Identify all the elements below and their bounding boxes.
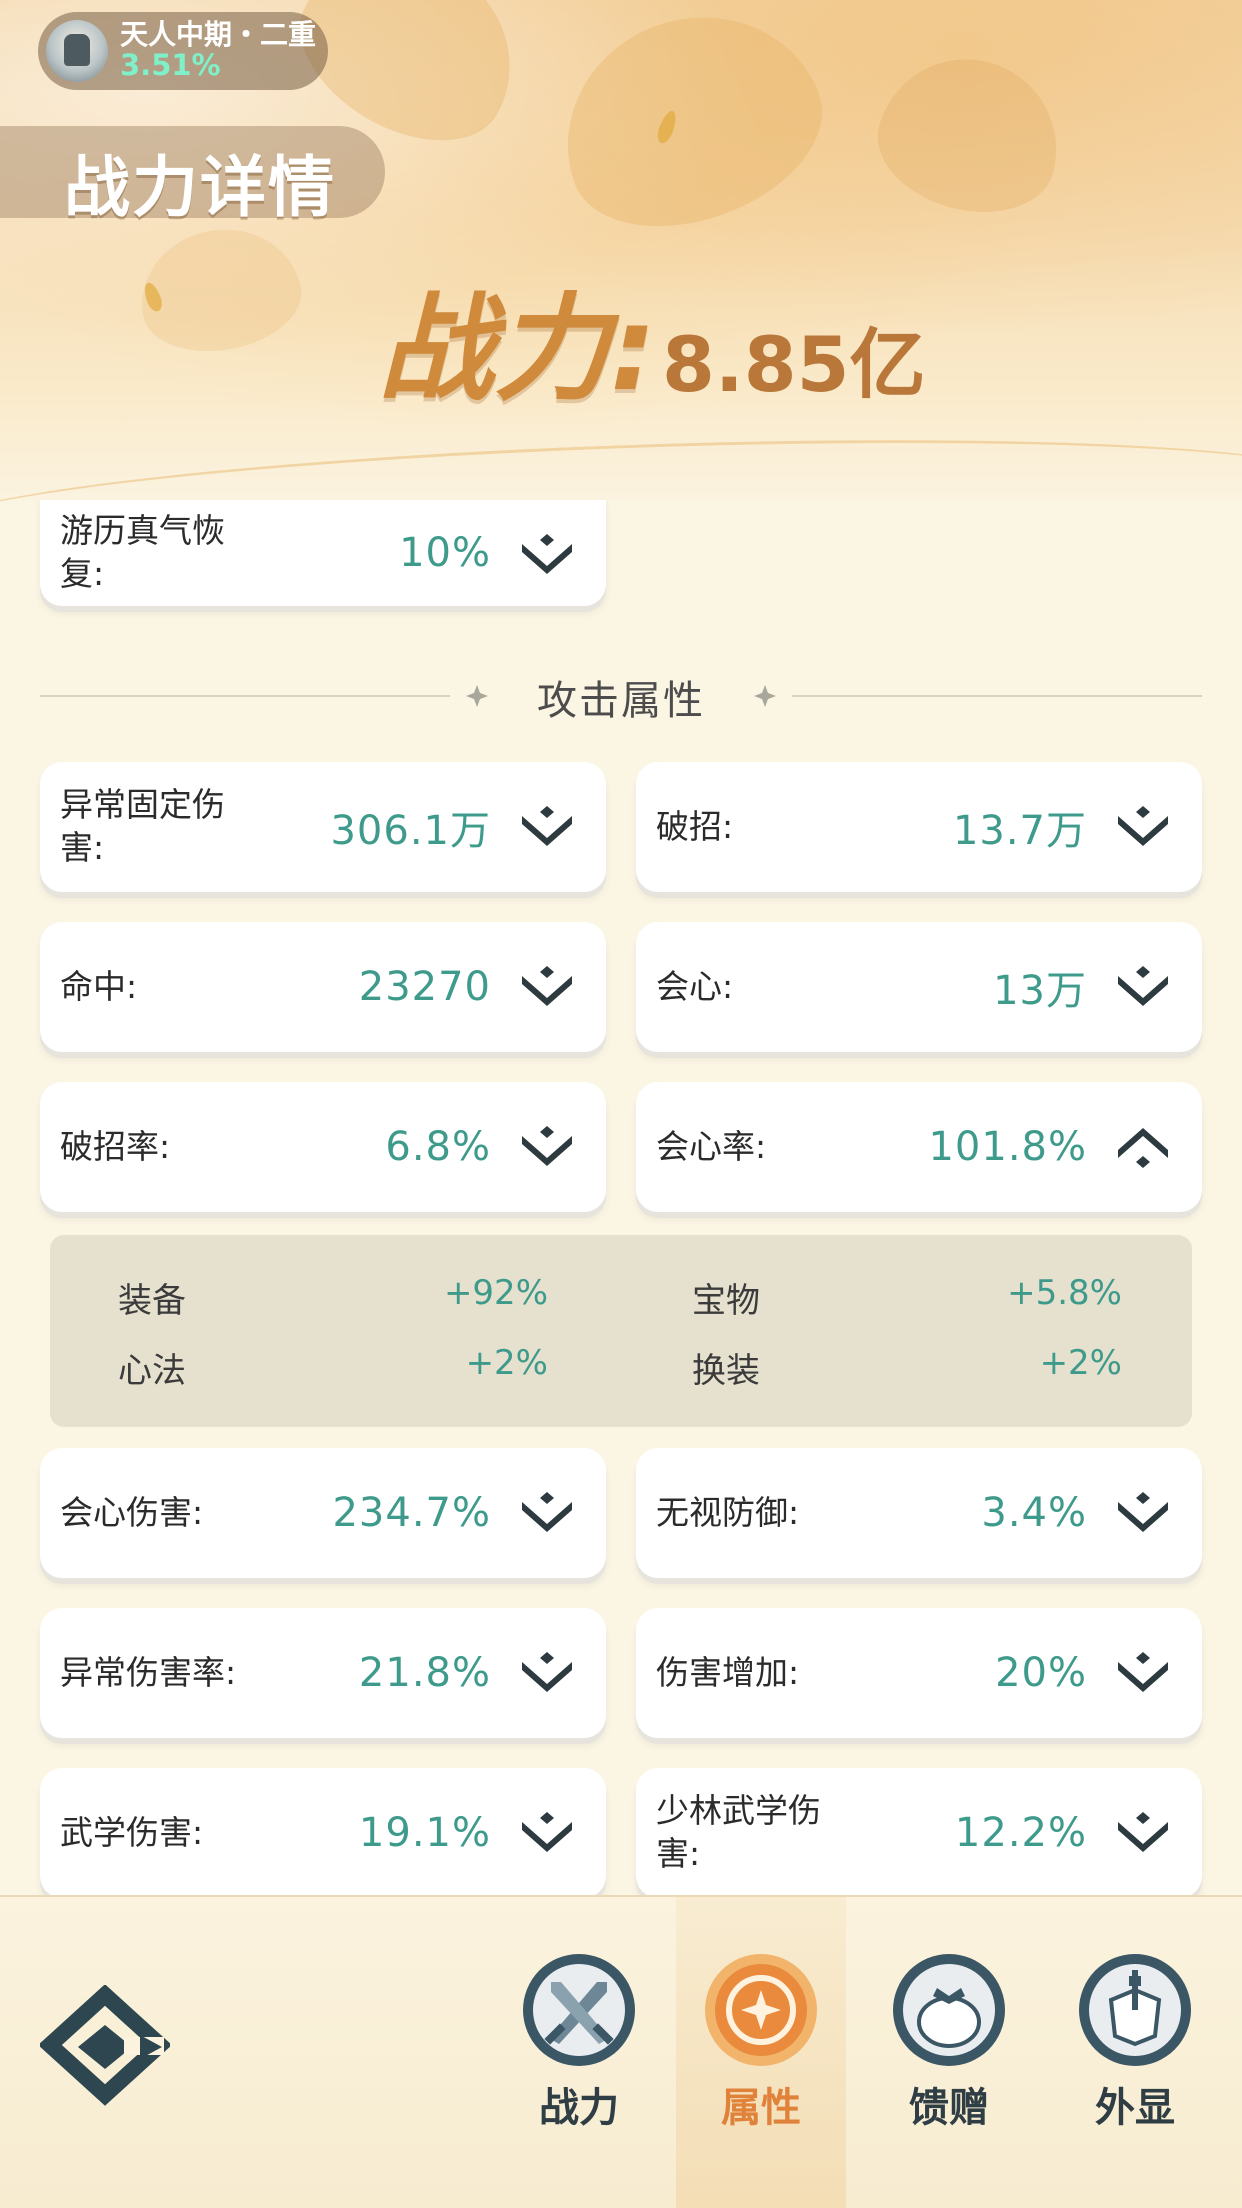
realm-name: 天人中期・二重 <box>120 17 317 51</box>
section-divider-right <box>792 695 1202 697</box>
tab-label: 外显 <box>1095 2085 1175 2131</box>
tab-appearance[interactable]: 外显 <box>1050 1895 1220 2208</box>
breakdown-value: +92% <box>443 1273 548 1313</box>
realm-progress: 3.51% <box>120 48 221 83</box>
chevron-down-icon[interactable] <box>518 1810 576 1856</box>
crit-rate-breakdown-panel: 装备 +92% 宝物 +5.8% 心法 +2% 换装 +2% <box>50 1235 1192 1427</box>
breakdown-source: 心法 <box>118 1351 186 1391</box>
chevron-down-icon[interactable] <box>518 1650 576 1696</box>
tab-label: 属性 <box>721 2085 801 2131</box>
stat-card-damage-increase[interactable]: 伤害增加: 20% <box>636 1608 1202 1738</box>
page-title: 战力详情 <box>64 149 336 226</box>
stat-value: 101.8% <box>928 1124 1087 1170</box>
stat-card-crit[interactable]: 会心: 13万 <box>636 922 1202 1052</box>
breakdown-value: +2% <box>1039 1343 1122 1383</box>
stat-label: 无视防御: <box>656 1492 800 1532</box>
stat-label: 武学伤害: <box>60 1812 204 1852</box>
attribute-scroll-area[interactable]: 游历真气恢复: 10% 攻击属性 异常固定伤害: 306.1万 破招: 13.7… <box>0 500 1242 1895</box>
stat-card-hit[interactable]: 命中: 23270 <box>40 922 606 1052</box>
stat-card-break[interactable]: 破招: 13.7万 <box>636 762 1202 892</box>
stat-card-shaolin-martial-damage[interactable]: 少林武学伤害: 12.2% <box>636 1768 1202 1895</box>
stat-value: 23270 <box>358 964 491 1010</box>
realm-badge[interactable]: 天人中期・二重 3.51% <box>38 12 328 90</box>
stat-value: 20% <box>995 1650 1087 1696</box>
tab-power[interactable]: 战力 <box>494 1895 664 2208</box>
chevron-down-icon[interactable] <box>518 964 576 1010</box>
stat-card-crit-rate[interactable]: 会心率: 101.8% <box>636 1082 1202 1212</box>
stat-label: 会心伤害: <box>60 1492 204 1532</box>
chevron-down-icon[interactable] <box>1114 1810 1172 1856</box>
stat-value: 6.8% <box>385 1124 491 1170</box>
stat-label: 会心率: <box>656 1126 767 1166</box>
chevron-down-icon[interactable] <box>518 804 576 850</box>
stat-value: 3.4% <box>981 1490 1087 1536</box>
breakdown-source: 宝物 <box>692 1281 760 1321</box>
tab-gifts[interactable]: 馈赠 <box>864 1895 1034 2208</box>
tab-label: 馈赠 <box>909 2085 989 2131</box>
stat-label: 会心: <box>656 966 734 1006</box>
character-avatar-icon <box>46 20 108 82</box>
stat-card-abnormal-fixed-damage[interactable]: 异常固定伤害: 306.1万 <box>40 762 606 892</box>
power-label: 战力: <box>378 282 657 417</box>
leaf-decoration <box>533 0 847 259</box>
stat-card-abnormal-damage-rate[interactable]: 异常伤害率: 21.8% <box>40 1608 606 1738</box>
stat-label: 命中: <box>60 966 138 1006</box>
stat-card-martial-damage[interactable]: 武学伤害: 19.1% <box>40 1768 606 1895</box>
stat-label: 少林武学伤害: <box>656 1791 821 1873</box>
section-title-attack: 攻击属性 <box>537 678 705 724</box>
breakdown-source: 换装 <box>692 1351 760 1391</box>
stat-label: 伤害增加: <box>656 1652 800 1692</box>
stat-label: 游历真气恢复: <box>60 511 225 593</box>
breakdown-value: +2% <box>465 1343 548 1383</box>
stat-card-break-rate[interactable]: 破招率: 6.8% <box>40 1082 606 1212</box>
tab-label: 战力 <box>539 2085 619 2131</box>
breakdown-source: 装备 <box>118 1281 186 1321</box>
stat-card[interactable]: 游历真气恢复: 10% <box>40 500 606 606</box>
leaf-decoration <box>863 39 1077 231</box>
attribute-shield-icon <box>705 1954 817 2066</box>
stat-label: 破招率: <box>60 1126 171 1166</box>
breakdown-value: +5.8% <box>1007 1273 1122 1313</box>
stat-label: 破招: <box>656 806 734 846</box>
stat-label: 异常伤害率: <box>60 1652 237 1692</box>
stat-value: 306.1万 <box>330 808 491 854</box>
stat-value: 10% <box>399 530 491 576</box>
crossed-swords-icon <box>523 1954 635 2066</box>
chevron-down-icon[interactable] <box>1114 1490 1172 1536</box>
chevron-down-icon[interactable] <box>518 532 576 578</box>
gift-bag-icon <box>893 1954 1005 2066</box>
diamond-ornament-icon <box>754 685 776 707</box>
bottom-nav-bar: 战力 属性 馈赠 外显 <box>0 1895 1242 2208</box>
stat-label: 异常固定伤害: <box>60 785 225 867</box>
chevron-up-icon[interactable] <box>1114 1124 1172 1170</box>
stat-value: 19.1% <box>358 1810 491 1856</box>
power-value: 8.85亿 <box>662 320 926 409</box>
stat-value: 234.7% <box>332 1490 491 1536</box>
stat-value: 21.8% <box>358 1650 491 1696</box>
chevron-down-icon[interactable] <box>1114 804 1172 850</box>
stat-value: 13.7万 <box>952 808 1087 854</box>
stat-value: 13万 <box>993 968 1087 1014</box>
stat-card-ignore-defense[interactable]: 无视防御: 3.4% <box>636 1448 1202 1578</box>
chevron-down-icon[interactable] <box>1114 964 1172 1010</box>
stat-card-crit-damage[interactable]: 会心伤害: 234.7% <box>40 1448 606 1578</box>
tab-attributes[interactable]: 属性 <box>676 1895 846 2208</box>
chevron-down-icon[interactable] <box>1114 1650 1172 1696</box>
chevron-down-icon[interactable] <box>518 1124 576 1170</box>
armor-icon <box>1079 1954 1191 2066</box>
chevron-down-icon[interactable] <box>518 1490 576 1536</box>
game-logo-icon[interactable] <box>40 1985 170 2125</box>
stat-value: 12.2% <box>954 1810 1087 1856</box>
